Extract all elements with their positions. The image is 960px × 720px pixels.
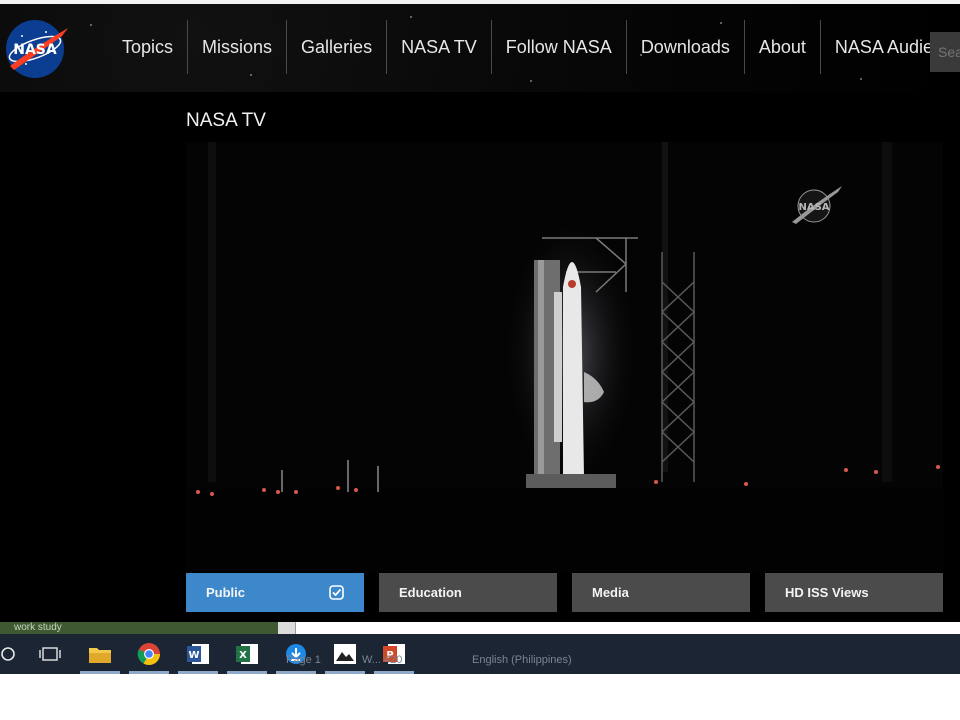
tab-label: Media [592,585,629,600]
svg-text:W: W [188,650,199,661]
screen: NASA Topics Missions Galleries NASA TV F… [0,0,960,720]
tab-public[interactable]: Public [186,573,364,612]
tab-label: Education [399,585,462,600]
rocket [563,262,584,477]
nav-topics[interactable]: Topics [108,20,189,74]
svg-text:NASA: NASA [13,42,57,58]
svg-text:X: X [239,650,247,661]
file-explorer-icon[interactable] [86,640,114,668]
nav-missions[interactable]: Missions [188,20,288,74]
video-frame: NASA [186,142,943,572]
page-title: NASA TV [186,110,266,131]
tab-label: HD ISS Views [785,585,869,600]
nav-galleries[interactable]: Galleries [287,20,388,74]
word-document-strip: work study [0,622,960,634]
photos-active-indicator [325,671,365,674]
check-icon [329,585,344,600]
chrome-active-indicator [129,671,169,674]
nav-downloads[interactable]: Downloads [627,20,745,74]
powerpoint-active-indicator [374,671,414,674]
search-input[interactable] [930,32,960,72]
word-icon[interactable]: W [184,640,212,668]
channel-tabs: Public Education Media HD ISS Views [186,573,943,612]
word-active-indicator [178,671,218,674]
word-status-language: English (Philippines) [472,654,572,666]
word-status-words: W... 420 [362,654,403,666]
nav-nasa-tv[interactable]: NASA TV [387,20,492,74]
word-nav-pane: work study [0,622,278,634]
file-explorer-active-indicator [80,671,120,674]
nav-pane-text: work study [14,622,62,633]
taskbar: W X P Page 1 W... 420 English (Philippin… [0,634,960,674]
nasa-logo[interactable]: NASA [4,18,70,80]
downloads-active-indicator [276,671,316,674]
tab-media[interactable]: Media [572,573,750,612]
chrome-icon[interactable] [135,640,163,668]
svg-text:NASA: NASA [798,202,829,213]
tab-education[interactable]: Education [379,573,557,612]
nav-follow-nasa[interactable]: Follow NASA [492,20,627,74]
video-player[interactable]: NASA [186,142,943,572]
photos-icon[interactable] [331,640,359,668]
site-header: NASA Topics Missions Galleries NASA TV F… [0,4,960,92]
excel-active-indicator [227,671,267,674]
search-icon[interactable] [0,640,22,668]
tab-hd-iss-views[interactable]: HD ISS Views [765,573,943,612]
task-view-icon[interactable] [36,640,64,668]
tab-label: Public [206,585,246,600]
vertical-ruler [278,622,296,634]
excel-icon[interactable]: X [233,640,261,668]
main-nav: Topics Missions Galleries NASA TV Follow… [108,20,960,74]
nav-about[interactable]: About [745,20,821,74]
nasa-website: NASA Topics Missions Galleries NASA TV F… [0,4,960,622]
word-status-page: Page 1 [286,654,321,666]
